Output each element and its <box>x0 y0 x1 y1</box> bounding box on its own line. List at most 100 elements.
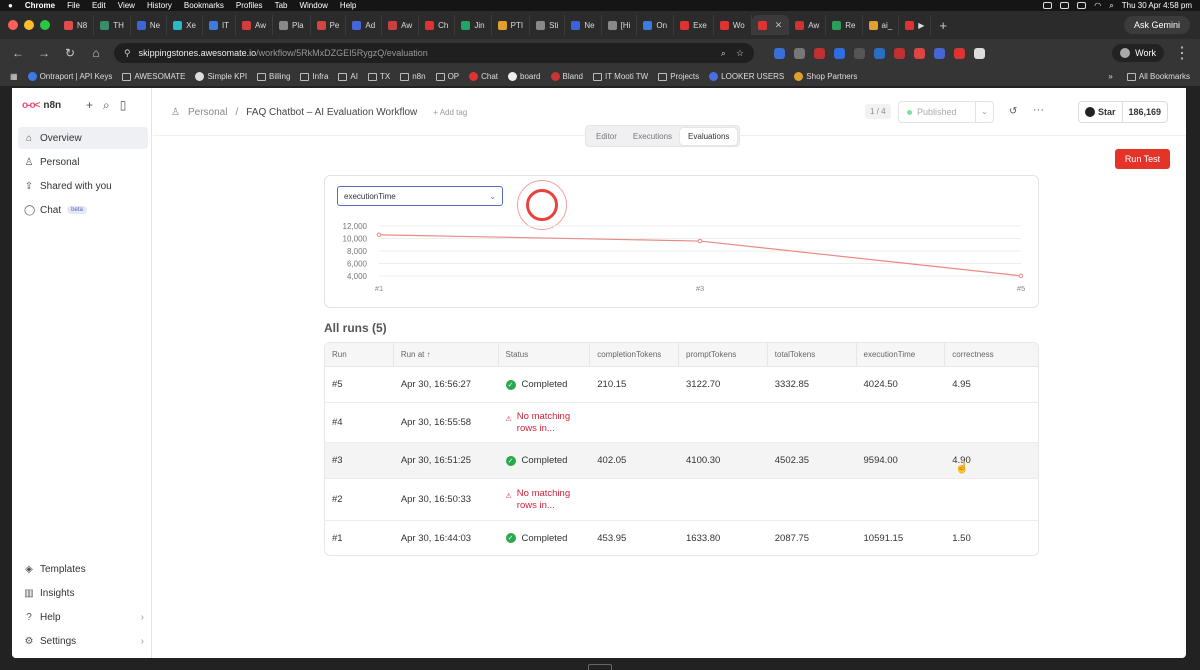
metric-select[interactable]: executionTime ⌄ <box>337 186 503 206</box>
search-icon[interactable]: ⌕ <box>103 98 110 113</box>
column-header[interactable]: totalTokens <box>768 343 857 366</box>
menu-view[interactable]: View <box>118 1 135 10</box>
apps-grid-icon[interactable]: ▦ <box>10 72 18 81</box>
bookmark-simple-kpi[interactable]: Simple KPI <box>195 72 247 81</box>
nav-settings[interactable]: ⚙ Settings › <box>18 630 148 652</box>
extension-icon[interactable] <box>894 47 905 59</box>
battery-icon[interactable] <box>1077 2 1087 9</box>
browser-tab[interactable]: TH <box>94 15 131 35</box>
data-point[interactable] <box>697 238 703 244</box>
new-tab-button[interactable]: + <box>931 18 955 33</box>
column-header[interactable]: correctness <box>945 343 1038 366</box>
site-info-icon[interactable]: ⚲ <box>124 48 131 59</box>
table-row[interactable]: #2 Apr 30, 16:50:33 ⚠ No matching rows in..… <box>325 479 1038 521</box>
table-row[interactable]: #1 Apr 30, 16:44:03 ✓ Completed 453.95 1633.8… <box>325 521 1038 555</box>
bookmark-bland[interactable]: Bland <box>550 72 583 81</box>
browser-tab[interactable]: [Hi <box>602 15 638 35</box>
nav-shared-with-you[interactable]: ⇪ Shared with you <box>18 175 148 197</box>
bookmark-op[interactable]: OP <box>435 72 459 81</box>
bookmark-board[interactable]: board <box>508 72 541 81</box>
bookmark-infra[interactable]: Infra <box>300 72 328 81</box>
status-icon[interactable] <box>1060 2 1070 9</box>
breadcrumb-project[interactable]: Personal <box>188 107 227 118</box>
bookmark-ontraport[interactable]: Ontraport | API Keys <box>27 72 112 81</box>
reload-icon[interactable]: ↻ <box>62 46 78 60</box>
extension-icon[interactable] <box>794 47 805 59</box>
table-row[interactable]: #5 Apr 30, 16:56:27 ✓ Completed 210.15 3122.7… <box>325 367 1038 403</box>
clock[interactable]: Thu 30 Apr 4:58 pm <box>1122 1 1192 10</box>
bookmark-looker[interactable]: LOOKER USERS <box>709 72 784 81</box>
minimize-window-button[interactable] <box>24 20 34 30</box>
bookmarks-overflow-icon[interactable]: » <box>1108 72 1112 81</box>
browser-tab[interactable]: Ch <box>419 15 456 35</box>
extension-icon[interactable] <box>934 47 945 59</box>
extension-icon[interactable] <box>874 47 885 59</box>
browser-tab[interactable]: IT <box>203 15 237 35</box>
address-bar[interactable]: ⚲ skippingstones.awesomate.io/workflow/5… <box>114 43 754 63</box>
zoom-window-button[interactable] <box>40 20 50 30</box>
status-icon[interactable] <box>1043 2 1053 9</box>
menu-app[interactable]: Chrome <box>25 1 55 10</box>
wifi-icon[interactable]: ◠ <box>1094 1 1101 10</box>
table-row[interactable]: #3 Apr 30, 16:51:25 ✓ Completed 402.05 4100.3… <box>325 443 1038 479</box>
bookmark-tx[interactable]: TX <box>367 72 390 81</box>
extension-icon[interactable] <box>914 47 925 59</box>
ask-gemini-button[interactable]: Ask Gemini <box>1123 16 1190 34</box>
column-header[interactable]: Run at ↑ <box>394 343 499 366</box>
data-point[interactable] <box>1018 273 1024 279</box>
github-star-button[interactable]: Star 186,169 <box>1078 101 1169 123</box>
chevron-down-icon[interactable]: ⌄ <box>975 102 993 122</box>
nav-help[interactable]: ? Help › <box>18 606 148 628</box>
bookmark-awesomate[interactable]: AWESOMATE <box>122 72 185 81</box>
nav-personal[interactable]: ♙ Personal <box>18 151 148 173</box>
run-test-button[interactable]: Run Test <box>1115 149 1170 169</box>
apple-icon[interactable]: ● <box>8 1 13 10</box>
zoom-icon[interactable]: ⌕ <box>721 48 726 59</box>
browser-tab[interactable]: Ad <box>346 15 383 35</box>
table-row[interactable]: #4 Apr 30, 16:55:58 ⚠ No matching rows in..… <box>325 403 1038 443</box>
browser-tab-active[interactable]: ✕ <box>751 15 790 35</box>
bookmark-chat[interactable]: Chat <box>469 72 498 81</box>
tab-executions[interactable]: Executions <box>625 128 680 145</box>
column-header[interactable]: Run <box>325 343 394 366</box>
all-bookmarks[interactable]: All Bookmarks <box>1126 72 1190 81</box>
browser-tab[interactable]: Ne <box>565 15 602 35</box>
browser-tab[interactable]: Pla <box>273 15 311 35</box>
nav-insights[interactable]: ▥ Insights <box>18 582 148 604</box>
more-options-icon[interactable]: ··· <box>1033 104 1044 116</box>
browser-tab[interactable]: Exe <box>674 15 714 35</box>
bookmark-billing[interactable]: Billing <box>257 72 290 81</box>
add-icon[interactable]: + <box>86 98 93 113</box>
browser-tab[interactable]: On <box>637 15 675 35</box>
back-icon[interactable]: ← <box>10 46 26 60</box>
menu-window[interactable]: Window <box>299 1 327 10</box>
extensions-puzzle-icon[interactable] <box>974 47 985 59</box>
extension-icon[interactable] <box>954 47 965 59</box>
data-point[interactable] <box>376 232 382 238</box>
menu-tab[interactable]: Tab <box>275 1 288 10</box>
extension-icon[interactable] <box>774 47 785 59</box>
browser-tab[interactable]: Ne <box>131 15 168 35</box>
profile-button[interactable]: Work <box>1112 44 1164 62</box>
nav-overview[interactable]: ⌂ Overview <box>18 127 148 149</box>
menu-help[interactable]: Help <box>340 1 356 10</box>
browser-tab[interactable]: ▶ <box>899 15 932 35</box>
tab-editor[interactable]: Editor <box>588 128 625 145</box>
forward-icon[interactable]: → <box>36 46 52 60</box>
nav-templates[interactable]: ◈ Templates <box>18 558 148 580</box>
browser-tab[interactable]: Aw <box>236 15 274 35</box>
home-icon[interactable]: ⌂ <box>88 46 104 60</box>
bookmark-ai[interactable]: AI <box>338 72 358 81</box>
browser-tab[interactable]: PTI <box>492 15 531 35</box>
published-button[interactable]: Published ⌄ <box>898 101 994 123</box>
add-tag-button[interactable]: + Add tag <box>433 108 467 117</box>
bookmark-n8n[interactable]: n8n <box>400 72 426 81</box>
browser-tab[interactable]: Xe <box>167 15 203 35</box>
menu-file[interactable]: File <box>67 1 80 10</box>
extension-icon[interactable] <box>834 47 845 59</box>
browser-tab[interactable]: Sti <box>530 15 566 35</box>
menu-dots-icon[interactable]: ⋮ <box>1174 43 1190 63</box>
column-header[interactable]: Status <box>499 343 591 366</box>
bookmark-projects[interactable]: Projects <box>658 72 699 81</box>
column-header[interactable]: completionTokens <box>590 343 680 366</box>
